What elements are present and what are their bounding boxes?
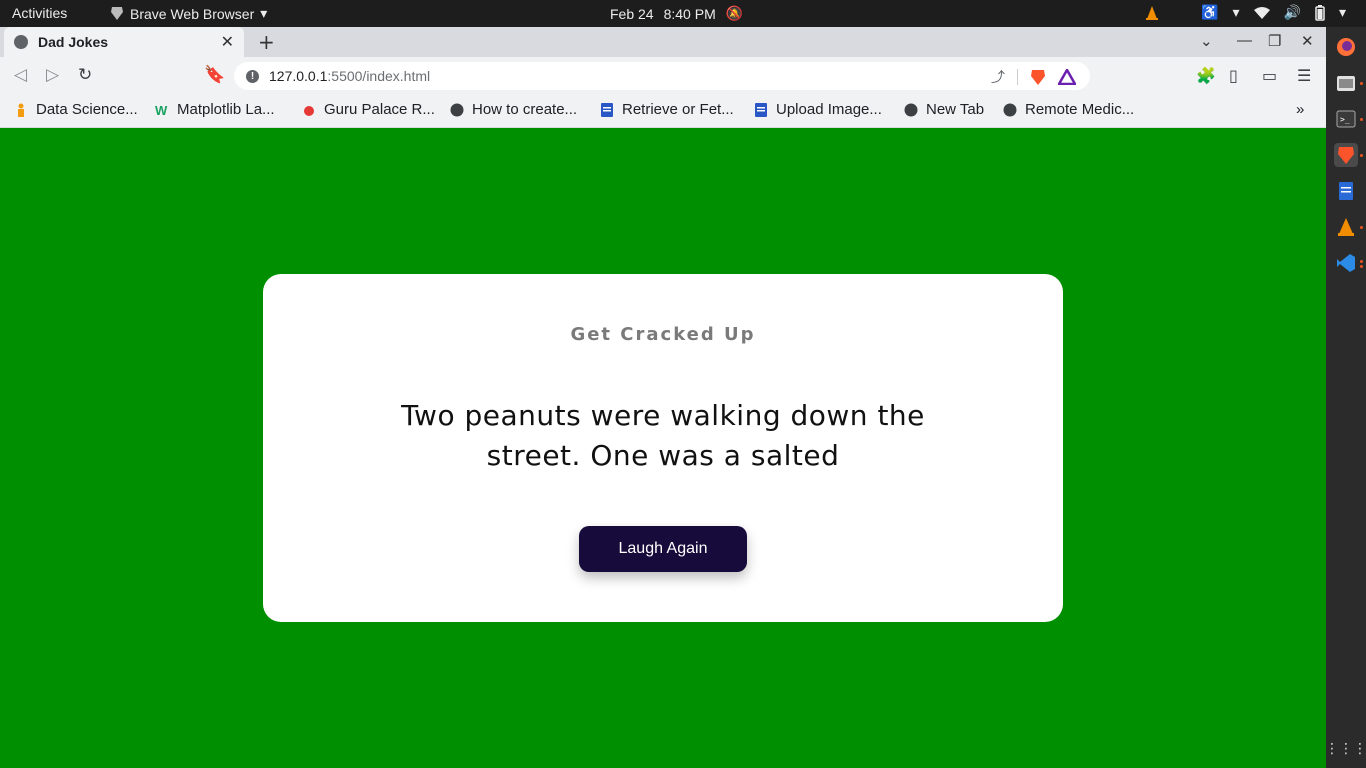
brave-rewards-icon[interactable] bbox=[1058, 69, 1076, 85]
minimize-window-button[interactable]: — bbox=[1237, 32, 1252, 49]
more-bookmarks-chevron-icon[interactable]: » bbox=[1296, 101, 1304, 118]
vscode-icon[interactable] bbox=[1334, 251, 1358, 275]
page-viewport: Get Cracked Up Two peanuts were walking … bbox=[0, 128, 1326, 768]
bookmark-item[interactable]: Retrieve or Fet... bbox=[600, 101, 734, 118]
tab-dad-jokes[interactable]: Dad Jokes ✕ bbox=[4, 27, 244, 57]
bookmark-label: Matplotlib La... bbox=[177, 101, 275, 118]
running-indicator bbox=[1360, 260, 1363, 263]
bookmark-item[interactable]: Upload Image... bbox=[754, 101, 882, 118]
app-menu[interactable]: Brave Web Browser ▾ bbox=[110, 5, 267, 22]
menu-icon[interactable]: ☰ bbox=[1297, 66, 1311, 85]
accessibility-icon[interactable]: ♿ bbox=[1201, 4, 1218, 21]
laugh-again-button[interactable]: Laugh Again bbox=[579, 526, 747, 572]
joke-text: Two peanuts were walking down the street… bbox=[401, 399, 925, 472]
bookmark-label: New Tab bbox=[926, 101, 985, 118]
volume-icon[interactable]: 🔊 bbox=[1284, 4, 1301, 21]
bookmark-item[interactable]: How to create... bbox=[450, 101, 577, 118]
clock-time: 8:40 PM bbox=[663, 5, 716, 22]
vlc-icon[interactable] bbox=[1334, 215, 1358, 239]
url-path: :5500/index.html bbox=[327, 68, 431, 84]
notifications-muted-icon: 🔕 bbox=[725, 5, 744, 21]
globe-icon bbox=[904, 103, 918, 116]
files-icon[interactable] bbox=[1334, 71, 1358, 95]
bookmarks-bar: Data Science... W Matplotlib La... Guru … bbox=[0, 94, 1326, 128]
new-tab-button[interactable]: + bbox=[258, 30, 275, 54]
clock-date: Feb 24 bbox=[610, 5, 654, 22]
app-menu-label: Brave Web Browser bbox=[130, 5, 255, 22]
bookmark-page-icon[interactable]: 🔖 bbox=[204, 65, 225, 85]
tab-title: Dad Jokes bbox=[38, 34, 109, 50]
chevron-down-icon: ▾ bbox=[260, 5, 268, 21]
globe-icon bbox=[14, 35, 28, 49]
restore-window-button[interactable]: ❐ bbox=[1268, 32, 1281, 50]
share-icon[interactable]: ⤴ bbox=[991, 67, 1005, 87]
wallet-icon[interactable]: ▭ bbox=[1262, 66, 1277, 85]
battery-icon[interactable] bbox=[1315, 4, 1325, 21]
joke-card: Get Cracked Up Two peanuts were walking … bbox=[263, 274, 1063, 622]
brave-browser-icon[interactable] bbox=[1334, 143, 1358, 167]
activities-button[interactable]: Activities bbox=[12, 5, 67, 21]
terminal-icon[interactable]: >_ bbox=[1334, 107, 1358, 131]
site-info-icon[interactable]: ! bbox=[246, 69, 259, 83]
doc-icon bbox=[755, 102, 767, 117]
back-button[interactable]: ◁ bbox=[14, 65, 27, 85]
clock[interactable]: Feb 24 8:40 PM 🔕 bbox=[610, 5, 743, 22]
ladybug-icon bbox=[304, 105, 314, 116]
brave-shields-icon[interactable] bbox=[1030, 69, 1046, 86]
show-applications-grid-icon[interactable]: ⋮⋮⋮ bbox=[1325, 737, 1366, 761]
close-window-button[interactable]: ✕ bbox=[1301, 32, 1314, 50]
sidebar-toggle-icon[interactable]: ▯ bbox=[1229, 66, 1238, 85]
bookmark-item[interactable]: Remote Medic... bbox=[1003, 101, 1134, 118]
doc-icon bbox=[601, 102, 613, 117]
bookmark-item[interactable]: Guru Palace R... bbox=[302, 101, 435, 118]
tab-search-chevron-icon[interactable]: ⌄ bbox=[1200, 32, 1213, 50]
browser-toolbar: ◁ ▷ ↻ 🔖 ! 127.0.0.1:5500/index.html ⤴ 🧩 … bbox=[0, 57, 1326, 94]
system-top-bar: Activities Brave Web Browser ▾ Feb 24 8:… bbox=[0, 0, 1366, 27]
vlc-cone-icon[interactable] bbox=[1145, 5, 1159, 21]
bookmark-item[interactable]: Data Science... bbox=[14, 101, 138, 118]
address-bar[interactable]: ! 127.0.0.1:5500/index.html ⤴ bbox=[234, 62, 1090, 90]
url-host: 127.0.0.1 bbox=[269, 68, 328, 84]
running-indicator bbox=[1360, 265, 1363, 268]
page-heading: Get Cracked Up bbox=[570, 324, 756, 345]
bookmark-item[interactable]: W Matplotlib La... bbox=[155, 101, 275, 118]
running-indicator bbox=[1360, 118, 1363, 121]
bookmark-label: Retrieve or Fet... bbox=[622, 101, 734, 118]
bookmark-label: Data Science... bbox=[36, 101, 138, 118]
reload-button[interactable]: ↻ bbox=[78, 65, 92, 85]
extensions-puzzle-icon[interactable]: 🧩 bbox=[1196, 66, 1216, 85]
running-indicator bbox=[1360, 226, 1363, 229]
chevron-down-icon: ▾ bbox=[1338, 4, 1346, 20]
bookmark-label: Remote Medic... bbox=[1025, 101, 1135, 118]
running-indicator bbox=[1360, 154, 1363, 157]
bookmark-label: Guru Palace R... bbox=[324, 101, 435, 118]
bookmark-item[interactable]: New Tab bbox=[904, 101, 984, 118]
brave-lion-icon bbox=[111, 7, 123, 20]
tab-strip: Dad Jokes ✕ + ⌄ — ❐ ✕ bbox=[0, 27, 1326, 57]
close-tab-icon[interactable]: ✕ bbox=[221, 32, 234, 52]
bookmark-label: How to create... bbox=[472, 101, 578, 118]
chevron-down-icon: ▾ bbox=[1232, 4, 1240, 20]
globe-icon bbox=[450, 103, 464, 116]
bookmark-label: Upload Image... bbox=[776, 101, 882, 118]
svg-text:>_: >_ bbox=[1340, 115, 1350, 124]
forward-button[interactable]: ▷ bbox=[46, 65, 59, 85]
globe-icon bbox=[1003, 103, 1017, 116]
wifi-icon[interactable] bbox=[1253, 6, 1270, 19]
system-tray[interactable]: ♿ ▾ 🔊 ▾ bbox=[1145, 4, 1346, 21]
firefox-icon[interactable] bbox=[1334, 35, 1358, 59]
running-indicator bbox=[1360, 82, 1363, 85]
text-editor-icon[interactable] bbox=[1334, 179, 1358, 203]
w-icon: W bbox=[155, 102, 168, 118]
ubuntu-dock: >_ ⋮⋮⋮ bbox=[1325, 27, 1366, 768]
person-icon bbox=[18, 103, 24, 117]
